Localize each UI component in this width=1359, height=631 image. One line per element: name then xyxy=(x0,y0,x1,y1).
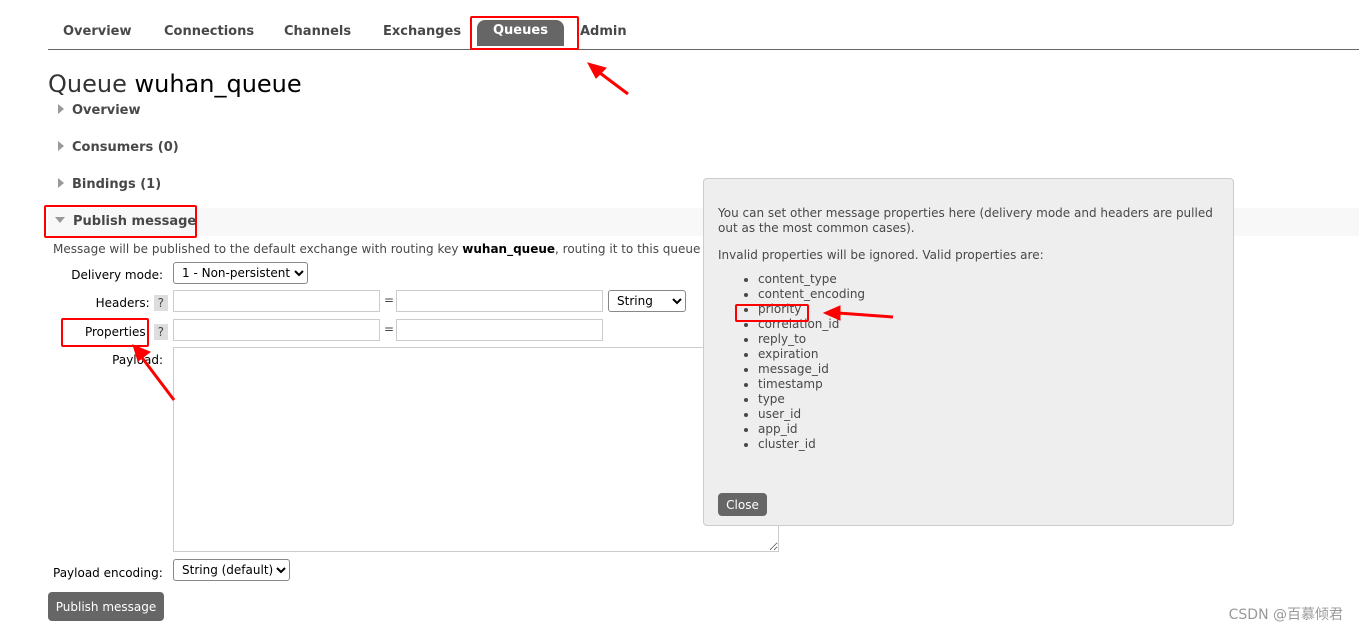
watermark: CSDN @百慕倾君 xyxy=(1228,607,1343,623)
arrow-head-icon xyxy=(822,305,841,321)
arrow-head-icon xyxy=(132,344,152,362)
arrow-icon xyxy=(138,354,176,401)
annotation-arrows xyxy=(132,62,894,401)
arrow-icon xyxy=(837,311,894,319)
